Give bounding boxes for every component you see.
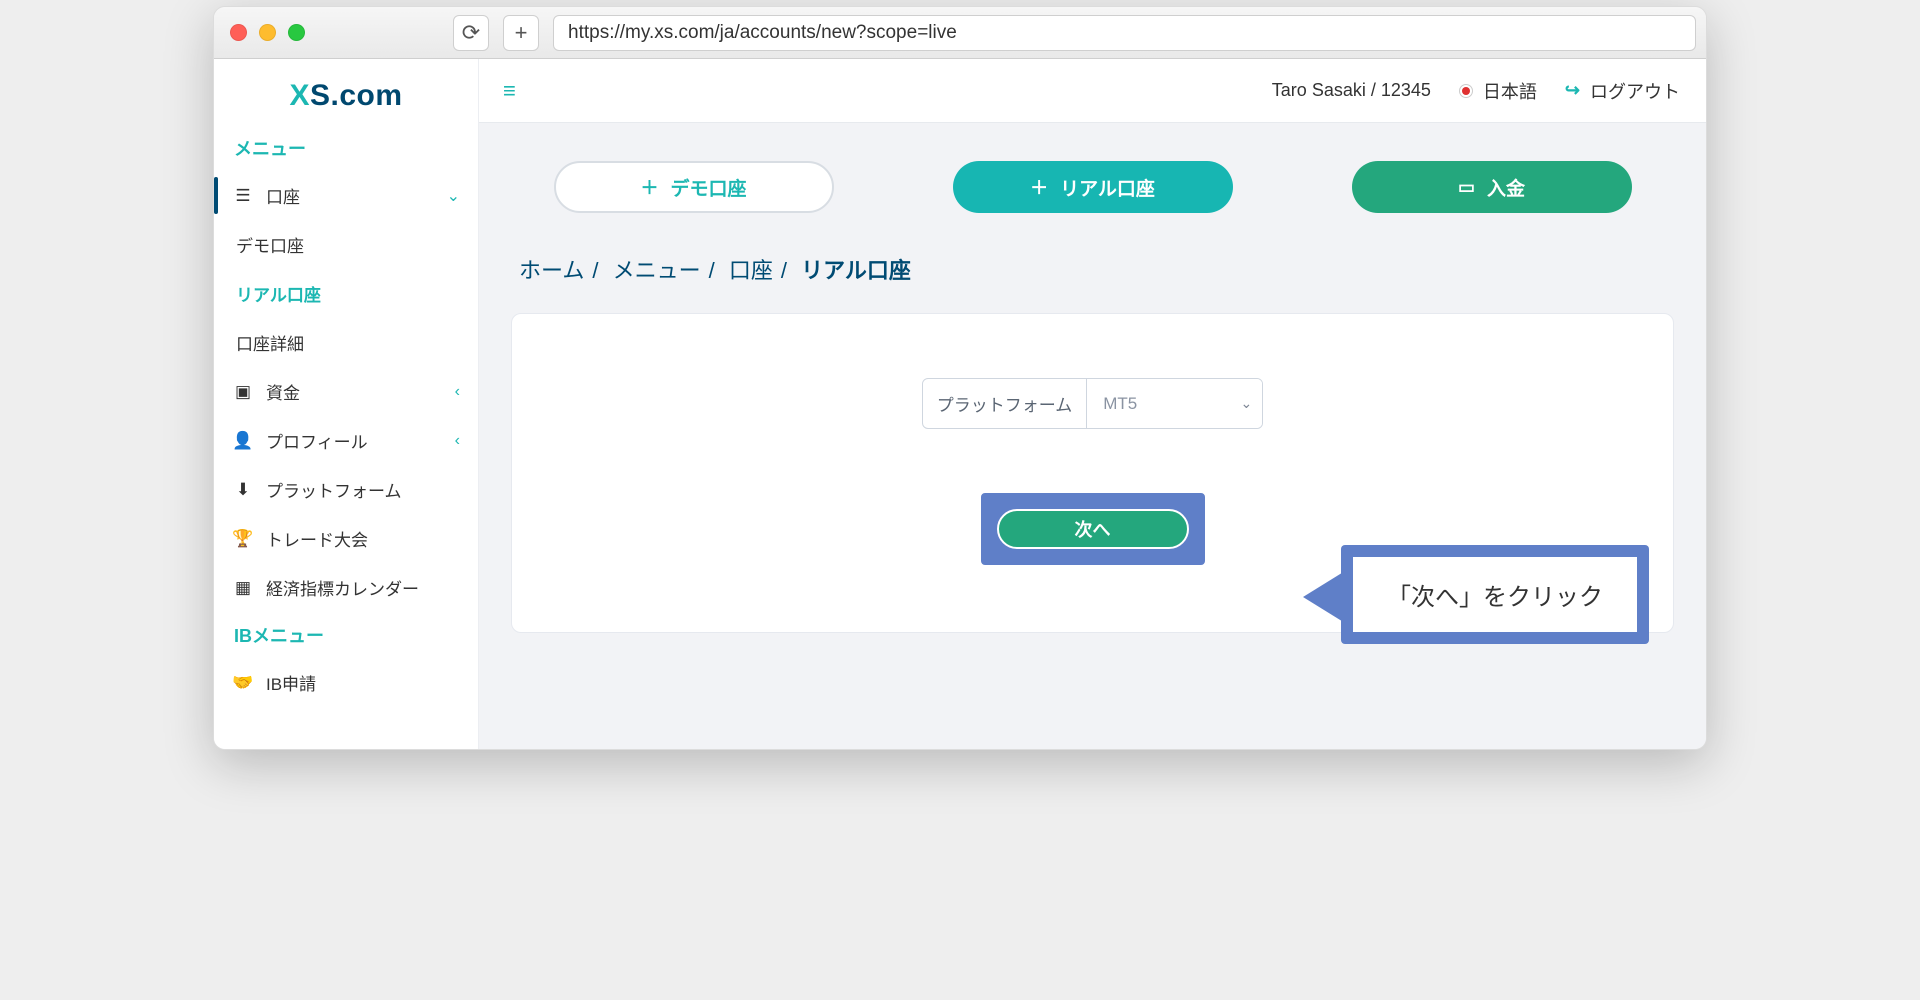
topbar-user[interactable]: Taro Sasaki / 12345 (1272, 80, 1431, 101)
sidebar-item-label: プラットフォーム (266, 477, 402, 502)
sidebar-item-label: 資金 (266, 379, 300, 404)
plus-icon: ＋ (1030, 174, 1048, 200)
download-icon: ⬇ (232, 480, 254, 500)
platform-select[interactable]: MT5 ⌄ (1087, 379, 1262, 428)
sidebar-item-demo[interactable]: デモ口座 (214, 220, 478, 269)
annotation-callout: 「次へ」をクリック (1341, 545, 1649, 644)
sidebar-item-contest[interactable]: 🏆 トレード大会 (214, 514, 478, 563)
deposit-button[interactable]: ▭ 入金 (1352, 161, 1632, 213)
sidebar-item-label: 口座詳細 (236, 330, 304, 355)
sidebar-item-profile[interactable]: 👤 プロフィール ‹ (214, 416, 478, 465)
topbar: ≡ Taro Sasaki / 12345 日本語 ↪ ログアウト (479, 59, 1706, 123)
sidebar-item-label: 経済指標カレンダー (266, 575, 419, 600)
logo-com: .com (331, 79, 403, 112)
topbar-logout-label: ログアウト (1590, 78, 1680, 104)
chevron-left-icon: ‹ (455, 432, 460, 450)
window-minimize-icon[interactable] (259, 24, 276, 41)
plus-icon: ＋ (640, 174, 658, 200)
button-label: 入金 (1487, 174, 1525, 201)
logo-x: X (289, 79, 310, 112)
sidebar-item-live[interactable]: リアル口座 (214, 269, 478, 318)
sidebar-item-funds[interactable]: ▣ 資金 ‹ (214, 367, 478, 416)
new-tab-button[interactable]: + (503, 15, 539, 51)
credit-card-icon: ▭ (1458, 177, 1475, 198)
sidebar-section-main: メニュー (214, 125, 478, 171)
page: XS.com メニュー ☰ 口座 ⌄ デモ口座 リアル口座 口座詳細 ▣ 資金 … (214, 59, 1706, 749)
url-text: https://my.xs.com/ja/accounts/new?scope=… (568, 22, 957, 44)
chevron-down-icon: ⌄ (1241, 395, 1253, 412)
platform-label: プラットフォーム (923, 379, 1088, 428)
sidebar-item-label: 口座 (266, 183, 300, 208)
annotation-callout-text: 「次へ」をクリック (1353, 557, 1637, 632)
chevron-left-icon: ‹ (455, 383, 460, 401)
topbar-user-label: Taro Sasaki / 12345 (1272, 80, 1431, 101)
demo-account-button[interactable]: ＋ デモ口座 (554, 161, 834, 213)
button-label: デモ口座 (670, 174, 746, 201)
next-button[interactable]: 次へ (997, 509, 1189, 549)
url-bar[interactable]: https://my.xs.com/ja/accounts/new?scope=… (553, 15, 1696, 51)
crumb-home[interactable]: ホーム (519, 258, 584, 283)
sidebar-item-platforms[interactable]: ⬇ プラットフォーム (214, 465, 478, 514)
sidebar-item-label: デモ口座 (236, 232, 304, 257)
sidebar-item-label: リアル口座 (236, 281, 321, 306)
sidebar-item-label: IB申請 (266, 670, 316, 695)
breadcrumb: ホーム/ メニュー/ 口座/ リアル口座 (479, 243, 1706, 295)
sidebar-item-calendar[interactable]: ▦ 経済指標カレンダー (214, 563, 478, 612)
topbar-logout[interactable]: ↪ ログアウト (1565, 78, 1680, 104)
user-icon: 👤 (232, 431, 254, 451)
crumb-menu[interactable]: メニュー (613, 258, 701, 283)
list-icon: ☰ (232, 186, 254, 206)
sidebar-item-accounts[interactable]: ☰ 口座 ⌄ (214, 171, 478, 220)
browser-titlebar: ⟳ + https://my.xs.com/ja/accounts/new?sc… (214, 7, 1706, 59)
chevron-down-icon: ⌄ (447, 186, 460, 206)
next-button-label: 次へ (1075, 516, 1111, 542)
sidebar-item-label: トレード大会 (266, 526, 368, 551)
sidebar-section-ib: IBメニュー (214, 612, 478, 658)
logo[interactable]: XS.com (214, 69, 478, 125)
platform-select-group: プラットフォーム MT5 ⌄ (922, 378, 1264, 429)
wallet-icon: ▣ (232, 382, 254, 402)
logo-s: S (310, 79, 331, 112)
live-account-button[interactable]: ＋ リアル口座 (953, 161, 1233, 213)
action-row: ＋ デモ口座 ＋ リアル口座 ▭ 入金 (479, 123, 1706, 243)
sidebar-item-ib-apply[interactable]: 🤝 IB申請 (214, 658, 478, 707)
window-controls (230, 24, 305, 41)
main-area: ≡ Taro Sasaki / 12345 日本語 ↪ ログアウト ＋ デモ口座 (479, 59, 1706, 749)
sidebar: XS.com メニュー ☰ 口座 ⌄ デモ口座 リアル口座 口座詳細 ▣ 資金 … (214, 59, 479, 749)
handshake-icon: 🤝 (232, 673, 254, 693)
window-zoom-icon[interactable] (288, 24, 305, 41)
calendar-icon: ▦ (232, 578, 254, 598)
form-card: プラットフォーム MT5 ⌄ 次へ 「次へ」をクリ (511, 313, 1674, 633)
platform-value: MT5 (1103, 394, 1137, 414)
window-close-icon[interactable] (230, 24, 247, 41)
sidebar-item-account-detail[interactable]: 口座詳細 (214, 318, 478, 367)
topbar-language-label: 日本語 (1483, 78, 1537, 104)
crumb-accounts[interactable]: 口座 (729, 258, 773, 283)
japan-flag-icon (1459, 84, 1473, 98)
menu-toggle-icon[interactable]: ≡ (503, 78, 516, 104)
logout-icon: ↪ (1565, 80, 1580, 101)
annotation-highlight: 次へ (981, 493, 1205, 565)
crumb-current: リアル口座 (801, 258, 911, 283)
platform-field: プラットフォーム MT5 ⌄ (532, 378, 1653, 429)
browser-window: ⟳ + https://my.xs.com/ja/accounts/new?sc… (213, 6, 1707, 750)
sidebar-item-label: プロフィール (266, 428, 368, 453)
reload-button[interactable]: ⟳ (453, 15, 489, 51)
trophy-icon: 🏆 (232, 529, 254, 549)
button-label: リアル口座 (1060, 174, 1155, 201)
topbar-language[interactable]: 日本語 (1459, 78, 1537, 104)
